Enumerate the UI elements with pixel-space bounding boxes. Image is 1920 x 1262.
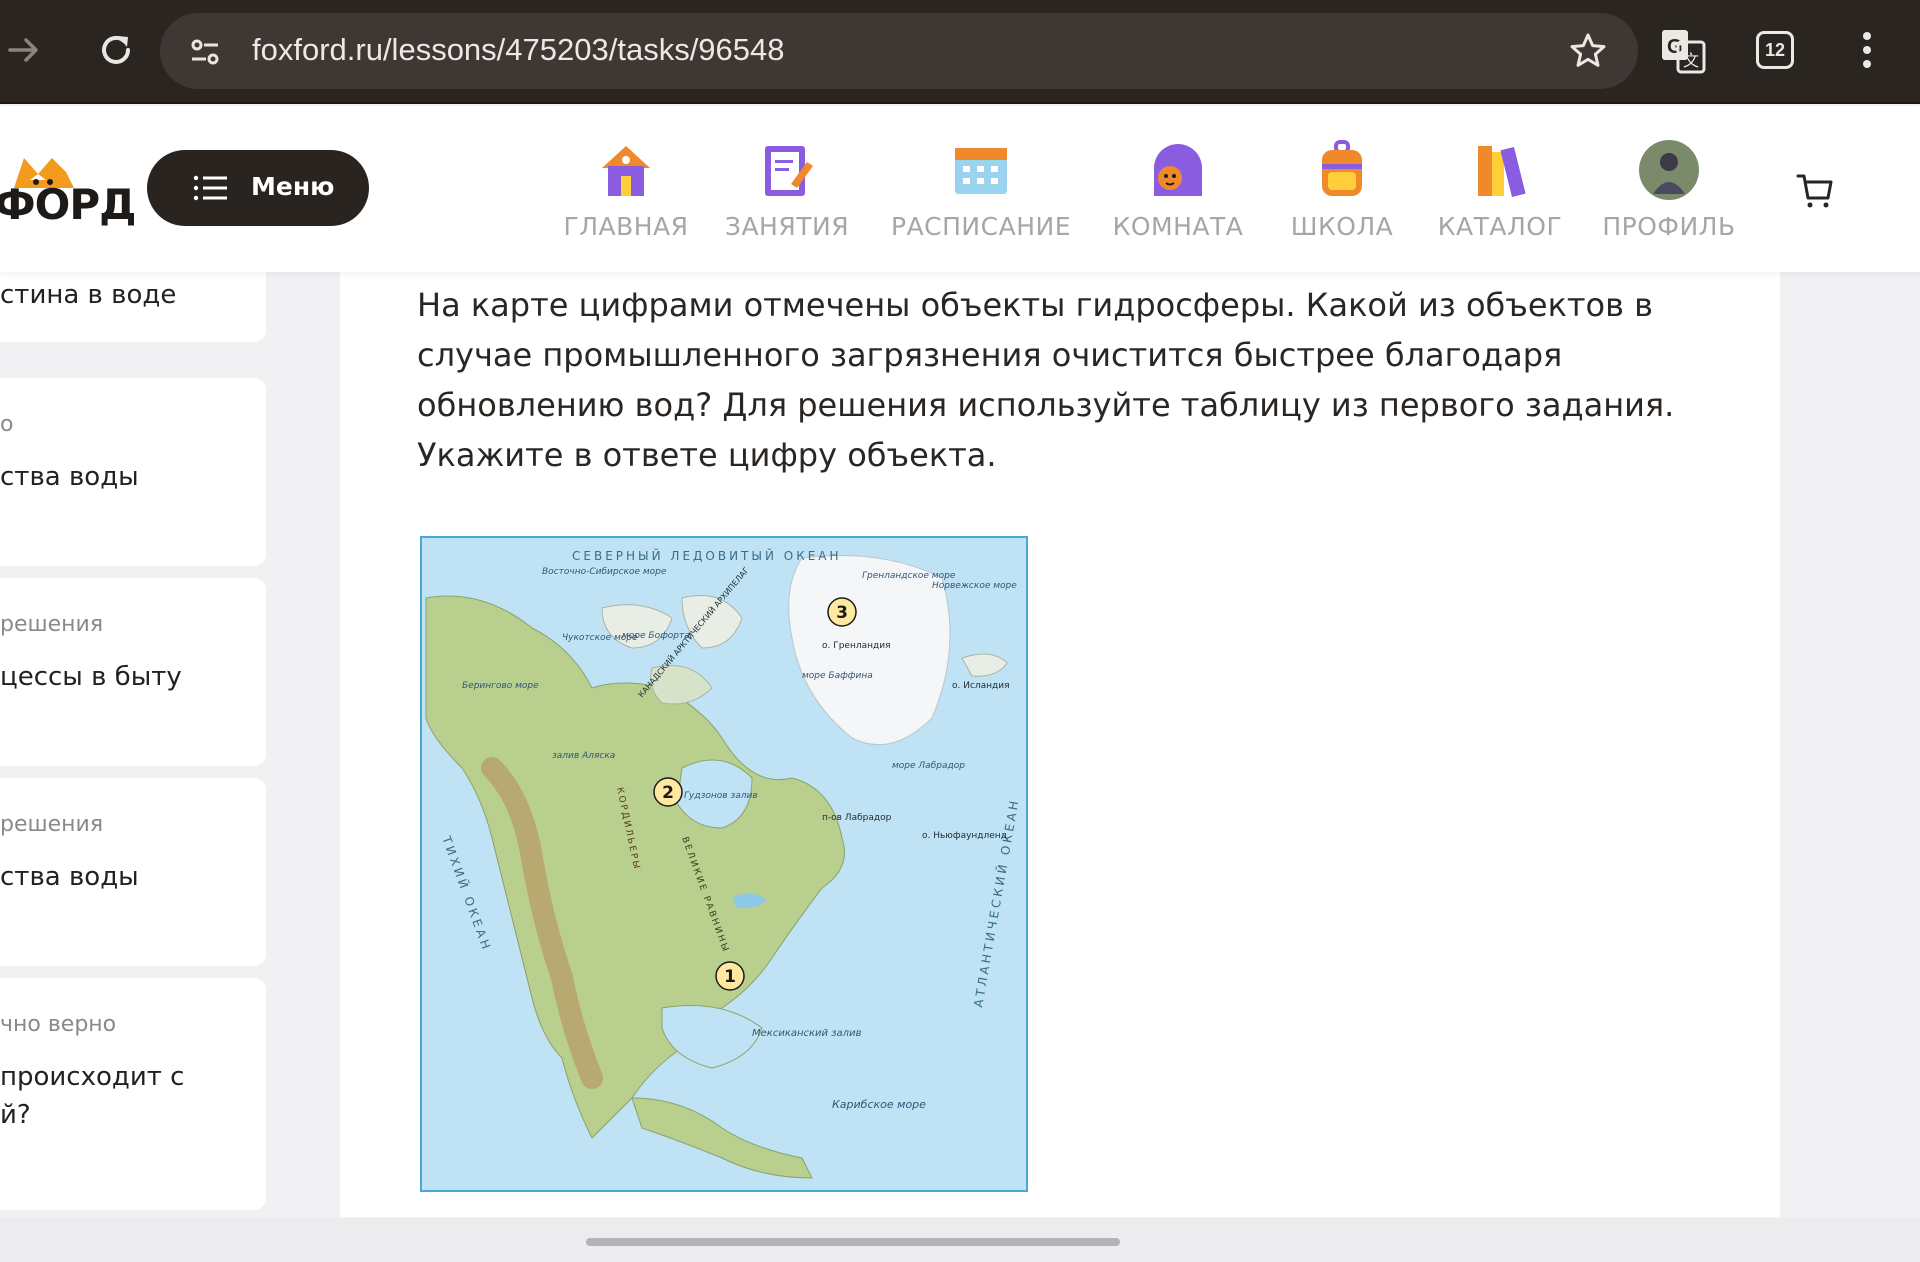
map-marker-1: 1 (715, 961, 745, 991)
nav-label: КОМНАТА (1112, 212, 1244, 241)
task-content: На карте цифрами отмечены объекты гидрос… (340, 272, 1780, 1217)
reload-icon[interactable] (94, 28, 138, 72)
menu-label: Меню (251, 172, 335, 201)
more-options-icon[interactable] (1852, 28, 1882, 72)
task-card[interactable]: о ства воды (0, 378, 266, 566)
question-line: Укажите в ответе цифру объекта. (417, 436, 997, 474)
task-sidebar: стина в воде о ства воды решения цессы в… (0, 262, 266, 1212)
fox-avatar-icon (1154, 144, 1202, 196)
map-label: залив Аляска (552, 751, 615, 761)
task-card-title: й? (0, 1100, 31, 1130)
map-label: море Лабрадор (892, 761, 965, 771)
map-label: Восточно-Сибирское море (542, 567, 667, 577)
logo-text: ФОРД (0, 180, 137, 229)
question-text: На карте цифрами отмечены объекты гидрос… (417, 280, 1747, 480)
marker-number: 1 (724, 967, 736, 987)
house-icon (602, 146, 650, 196)
map-label: море Бофорта (622, 631, 690, 641)
nav-item-room[interactable]: КОМНАТА (1108, 136, 1248, 256)
question-line: случае промышленного загрязнения очистит… (417, 336, 1563, 374)
map-label: море Баффина (802, 671, 873, 681)
task-card[interactable]: чно верно происходит с й? (0, 978, 266, 1210)
marker-number: 2 (662, 783, 674, 803)
nav-item-school[interactable]: ШКОЛА (1282, 136, 1402, 256)
notebook-pencil-icon (765, 146, 813, 196)
nav-label: РАСПИСАНИЕ (891, 212, 1071, 241)
map-label: СЕВЕРНЫЙ ЛЕДОВИТЫЙ ОКЕАН (572, 548, 842, 563)
map-label: Гренландское море (862, 571, 956, 581)
task-card-meta: чно верно (0, 1012, 117, 1037)
address-bar[interactable]: foxford.ru/lessons/475203/tasks/96548 (160, 13, 1638, 89)
profile-avatar-icon (1639, 140, 1699, 200)
map-label: Гудзонов залив (684, 791, 758, 801)
task-card-title: ства воды (0, 862, 139, 892)
gesture-bar (0, 1218, 1920, 1262)
task-card[interactable]: стина в воде (0, 262, 266, 342)
map-label: Мексиканский залив (752, 1028, 862, 1039)
bookmark-star-icon[interactable] (1568, 31, 1608, 71)
marker-number: 3 (836, 603, 848, 623)
nav-label: ЗАНЯТИЯ (724, 212, 850, 241)
forward-arrow-icon[interactable] (4, 30, 44, 70)
nav-label: ПРОФИЛЬ (1602, 212, 1736, 241)
books-icon (1478, 146, 1526, 197)
map-label: п-ов Лабрадор (822, 813, 892, 823)
task-card[interactable]: решения цессы в быту (0, 578, 266, 766)
svg-text:文: 文 (1683, 51, 1699, 70)
map-marker-3: 3 (827, 597, 857, 627)
foxford-logo[interactable]: ФОРД (0, 154, 137, 230)
backpack-icon (1322, 140, 1362, 196)
nav-item-lessons[interactable]: ЗАНЯТИЯ (716, 136, 858, 256)
menu-button[interactable]: Меню (147, 150, 369, 226)
url-text[interactable]: foxford.ru/lessons/475203/tasks/96548 (252, 32, 785, 68)
task-card[interactable]: решения ства воды (0, 778, 266, 966)
task-card-meta: решения (0, 612, 104, 637)
task-card-meta: решения (0, 812, 104, 837)
site-header: ФОРД Меню ГЛАВНАЯ ЗАНЯТИЯ РАСПИСАНИЕ КОМ… (0, 106, 1920, 272)
nav-item-profile[interactable]: ПРОФИЛЬ (1598, 136, 1740, 256)
nav-item-catalog[interactable]: КАТАЛОГ (1432, 136, 1568, 256)
map-label: Норвежское море (932, 581, 1017, 591)
nav-item-schedule[interactable]: РАСПИСАНИЕ (884, 136, 1078, 256)
task-card-meta: о (0, 412, 14, 437)
browser-toolbar: foxford.ru/lessons/475203/tasks/96548 G文… (0, 0, 1920, 104)
map-label: о. Исландия (952, 681, 1010, 691)
map-label: Берингово море (462, 681, 539, 691)
nav-label: ШКОЛА (1290, 212, 1394, 241)
map-label: о. Ньюфаундленд (922, 831, 1007, 841)
map-label: Карибское море (832, 1098, 926, 1111)
question-line: обновлению вод? Для решения используйте … (417, 386, 1675, 424)
cart-icon[interactable] (1796, 172, 1834, 210)
nav-item-home[interactable]: ГЛАВНАЯ (554, 136, 698, 256)
site-settings-icon[interactable] (188, 35, 222, 69)
home-indicator[interactable] (586, 1238, 1120, 1246)
task-card-title: цессы в быту (0, 662, 182, 692)
task-card-title: ства воды (0, 462, 139, 492)
calendar-icon (955, 148, 1007, 194)
map-marker-2: 2 (653, 777, 683, 807)
task-card-title: стина в воде (0, 280, 177, 310)
nav-label: КАТАЛОГ (1437, 212, 1563, 241)
svg-text:G: G (1667, 36, 1683, 58)
north-america-map: СЕВЕРНЫЙ ЛЕДОВИТЫЙ ОКЕАН ТИХИЙ ОКЕАН АТЛ… (420, 536, 1028, 1192)
hamburger-icon (193, 175, 227, 201)
tab-count-button[interactable]: 12 (1756, 31, 1794, 69)
hydrosphere-map-image: СЕВЕРНЫЙ ЛЕДОВИТЫЙ ОКЕАН ТИХИЙ ОКЕАН АТЛ… (422, 538, 1026, 1190)
nav-label: ГЛАВНАЯ (563, 212, 689, 241)
map-label: о. Гренландия (822, 641, 891, 651)
task-card-title: происходит с (0, 1062, 185, 1092)
translate-icon[interactable]: G文 (1660, 28, 1706, 74)
question-line: На карте цифрами отмечены объекты гидрос… (417, 286, 1653, 324)
